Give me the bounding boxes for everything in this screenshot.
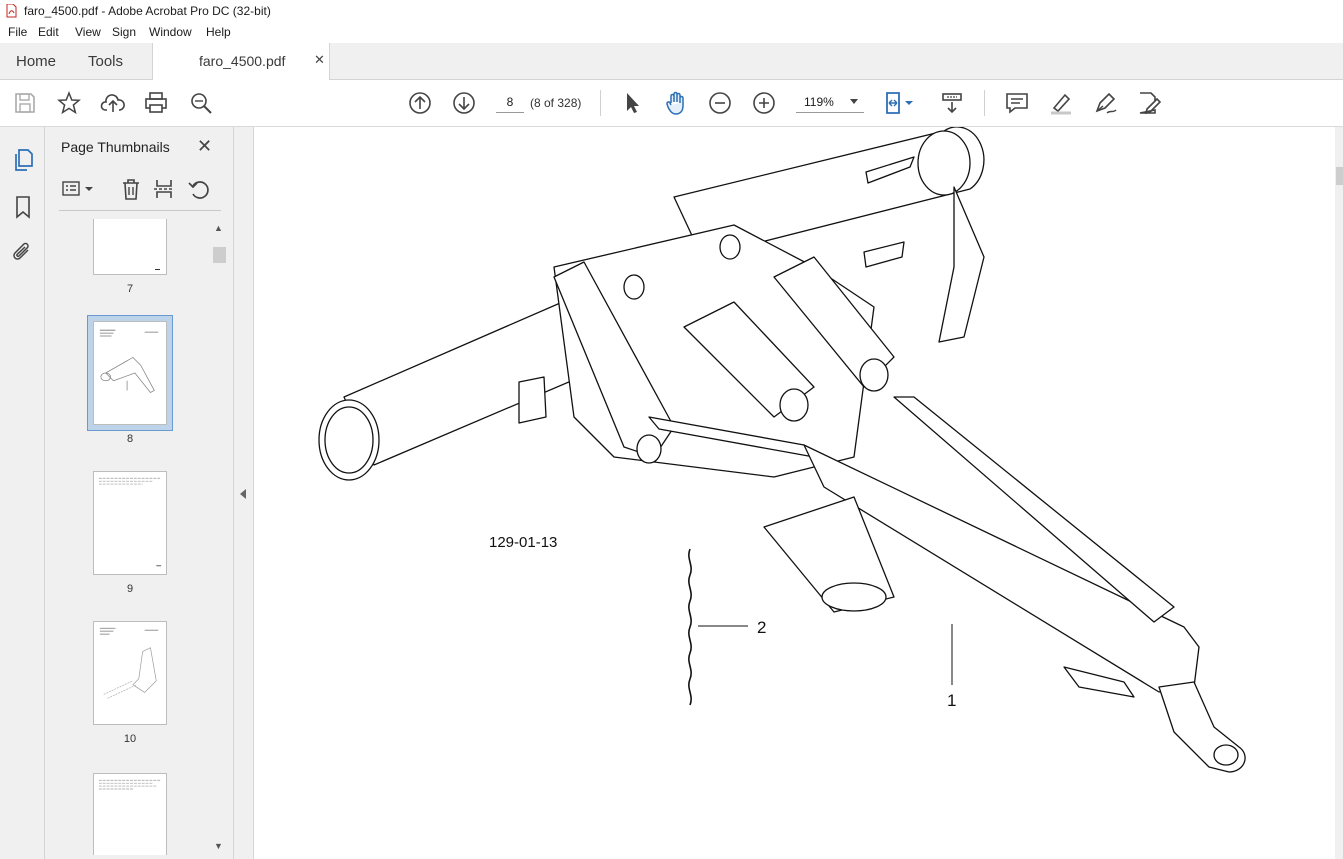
close-panel-icon[interactable]: ✕ <box>197 136 212 157</box>
callout-2-label: 2 <box>757 618 767 637</box>
thumbnail-label: 10 <box>123 733 137 745</box>
menu-edit[interactable]: Edit <box>38 25 59 39</box>
menu-bar: File Edit View Sign Window Help <box>0 22 1343 43</box>
scroll-down-icon[interactable]: ▼ <box>214 841 223 851</box>
attachment-paperclip-icon[interactable] <box>11 240 35 264</box>
tab-tools[interactable]: Tools <box>88 53 123 70</box>
tab-home[interactable]: Home <box>16 53 56 70</box>
menu-help[interactable]: Help <box>206 25 231 39</box>
panel-collapse-handle[interactable] <box>234 127 254 859</box>
hand-tool-icon[interactable] <box>663 90 689 116</box>
document-tab-label: faro_4500.pdf <box>199 53 286 69</box>
rotate-page-icon[interactable] <box>187 177 211 201</box>
scroll-up-icon[interactable]: ▲ <box>214 223 223 233</box>
document-scrollbar[interactable] <box>1335 127 1343 859</box>
pdf-file-icon <box>6 4 17 18</box>
previous-page-icon[interactable] <box>407 90 433 116</box>
thumbnail-page-8[interactable] <box>93 321 167 425</box>
thumbnail-page-10[interactable] <box>93 621 167 725</box>
technical-drawing <box>318 127 1246 773</box>
next-page-icon[interactable] <box>451 90 477 116</box>
toolbar-divider <box>600 90 601 116</box>
zoom-level-value: 119% <box>804 95 834 109</box>
thumbnail-label: 8 <box>126 433 134 445</box>
page-number-input[interactable]: 8 <box>496 91 524 113</box>
menu-sign[interactable]: Sign <box>112 25 136 39</box>
title-bar: faro_4500.pdf - Adobe Acrobat Pro DC (32… <box>0 0 1343 22</box>
menu-file[interactable]: File <box>8 25 27 39</box>
menu-view[interactable]: View <box>75 25 101 39</box>
scroll-mode-icon[interactable] <box>939 90 965 116</box>
bookmark-star-icon[interactable] <box>56 90 82 116</box>
thumbnail-page-11[interactable] <box>93 773 167 855</box>
select-cursor-icon[interactable] <box>619 90 645 116</box>
main-toolbar: 8 (8 of 328) 119% <box>0 80 1343 127</box>
search-zoom-icon[interactable] <box>188 90 214 116</box>
tab-document[interactable]: faro_4500.pdf ✕ <box>152 43 330 81</box>
callout-1-label: 1 <box>947 691 957 710</box>
panel-title: Page Thumbnails <box>61 139 170 155</box>
save-icon[interactable] <box>12 90 38 116</box>
chevron-down-icon <box>850 99 858 104</box>
page-thumbnails-panel: Page Thumbnails ✕ 7 8 9 10 ▲ ▼ <box>45 127 234 859</box>
upload-cloud-icon[interactable] <box>100 90 126 116</box>
window-title: faro_4500.pdf - Adobe Acrobat Pro DC (32… <box>24 4 271 18</box>
thumbnail-page-7[interactable] <box>93 219 167 275</box>
edit-pdf-icon[interactable] <box>1136 90 1162 116</box>
left-navigation-rail <box>0 127 45 859</box>
scrollbar-thumb[interactable] <box>1336 167 1343 185</box>
tab-bar: Home Tools faro_4500.pdf ✕ <box>0 43 1343 81</box>
page-count-label: (8 of 328) <box>530 96 582 110</box>
thumbnail-label: 9 <box>126 583 134 595</box>
fit-page-icon[interactable] <box>884 90 920 116</box>
comment-icon[interactable] <box>1004 90 1030 116</box>
thumbnail-label: 7 <box>126 283 134 295</box>
menu-window[interactable]: Window <box>149 25 192 39</box>
drawing-part-number: 129-01-13 <box>489 534 558 551</box>
document-view[interactable]: 129-01-13 2 1 <box>254 127 1335 859</box>
page-thumbnails-icon[interactable] <box>11 148 35 172</box>
print-icon[interactable] <box>143 90 169 116</box>
close-tab-icon[interactable]: ✕ <box>314 52 325 68</box>
zoom-level-dropdown[interactable]: 119% <box>796 91 864 113</box>
zoom-in-icon[interactable] <box>751 90 777 116</box>
bookmark-icon[interactable] <box>11 195 35 219</box>
thumbnail-scrollbar[interactable]: ▲ ▼ <box>211 219 227 855</box>
thumbnail-toolbar <box>59 171 221 211</box>
collapse-arrow-icon <box>240 489 246 499</box>
thumbnail-list: 7 8 9 10 <box>59 219 207 855</box>
highlight-pen-icon[interactable] <box>1048 90 1074 116</box>
thumbnail-page-9[interactable] <box>93 471 167 575</box>
zoom-out-icon[interactable] <box>707 90 733 116</box>
thumbnail-options-icon[interactable] <box>61 177 95 201</box>
scrollbar-thumb[interactable] <box>213 247 226 263</box>
extract-page-icon[interactable] <box>152 177 176 201</box>
sign-pen-icon[interactable] <box>1092 90 1118 116</box>
toolbar-divider <box>984 90 985 116</box>
delete-page-icon[interactable] <box>119 177 143 201</box>
